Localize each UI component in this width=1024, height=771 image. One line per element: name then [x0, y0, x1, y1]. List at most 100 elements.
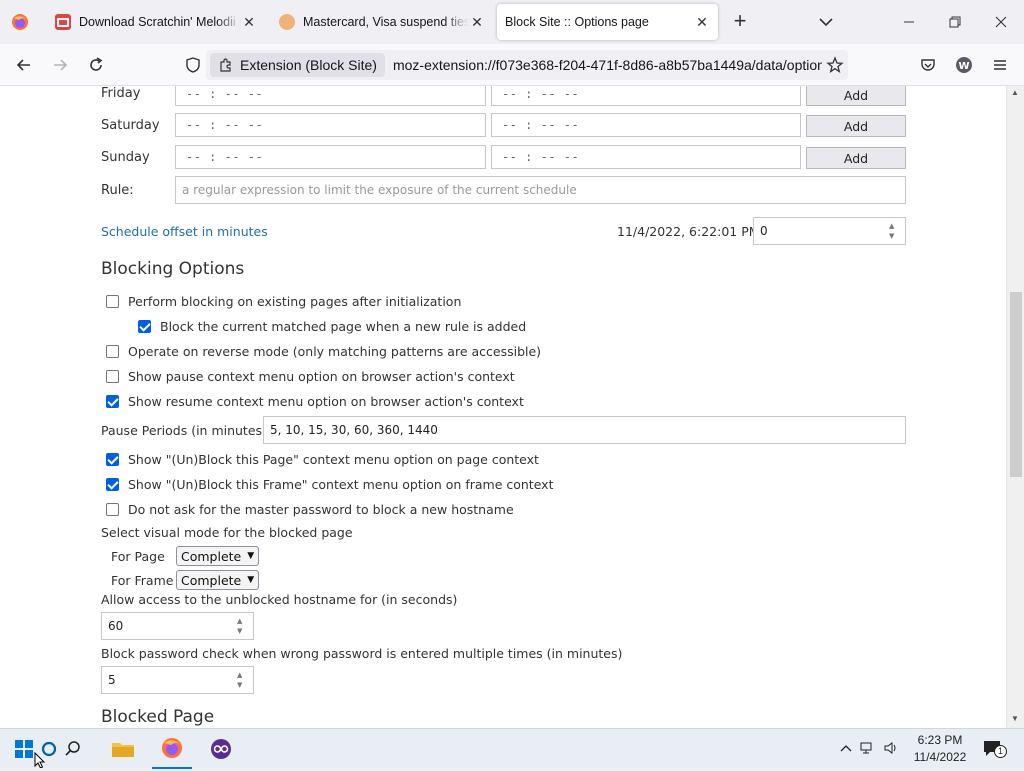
blocked-page-heading: Blocked Page	[101, 707, 215, 727]
allow-access-spinner[interactable]: ▲ ▼	[237, 617, 247, 635]
tab-block-site-options[interactable]: Block Site :: Options page ✕	[497, 4, 718, 40]
password-check-value: 5	[108, 673, 116, 687]
for-page-value: Complete	[181, 548, 242, 564]
tracking-protection-shield-icon[interactable]	[184, 56, 202, 74]
for-page-select[interactable]: Complete ▼	[176, 546, 259, 566]
resume-context-menu-checkbox[interactable]	[106, 395, 119, 408]
media-player-icon[interactable]	[204, 729, 238, 769]
friday-end-time-input[interactable]: -- : -- --	[491, 86, 801, 106]
scroll-up-arrow-icon[interactable]: ▲	[1011, 88, 1019, 97]
chevron-down-icon: ▼	[247, 551, 255, 561]
extension-identity-box[interactable]: Extension (Block Site)	[210, 53, 385, 77]
navigation-toolbar: Extension (Block Site) moz-extension://f…	[0, 44, 1024, 86]
pause-periods-input[interactable]: 5, 10, 15, 30, 60, 360, 1440	[263, 416, 906, 444]
password-check-input[interactable]: 5 ▲ ▼	[101, 666, 254, 694]
schedule-offset-link[interactable]: Schedule offset in minutes	[101, 224, 268, 239]
friday-start-time-input[interactable]: -- : -- --	[175, 86, 486, 106]
new-tab-button[interactable]: +	[728, 10, 752, 34]
url-text[interactable]: moz-extension://f073e368-f204-471f-8d86-…	[393, 57, 822, 73]
schedule-offset-input[interactable]: 0 ▲ ▼	[753, 217, 906, 245]
file-explorer-icon[interactable]	[106, 729, 140, 769]
saturday-end-time-input[interactable]: -- : -- --	[491, 113, 801, 137]
unblock-page-context-label: Show "(Un)Block this Page" context menu …	[128, 452, 539, 467]
clock-time: 6:23 PM	[917, 733, 963, 747]
forward-button[interactable]	[46, 51, 74, 79]
offset-timestamp: 11/4/2022, 6:22:01 PM	[617, 224, 760, 239]
extension-identity-label: Extension (Block Site)	[240, 57, 377, 73]
reload-button[interactable]	[82, 51, 110, 79]
sunday-end-time-input[interactable]: -- : -- --	[491, 145, 801, 169]
tab-label: Mastercard, Visa suspend ties w	[303, 15, 469, 29]
skip-master-password-label: Do not ask for the master password to bl…	[128, 502, 514, 517]
restore-window-button[interactable]	[944, 12, 966, 32]
saturday-start-time-input[interactable]: -- : -- --	[175, 113, 486, 137]
tray-chevron-up-icon[interactable]	[836, 742, 856, 756]
schedule-day-sunday: Sunday	[101, 150, 150, 165]
close-tab-icon[interactable]: ✕	[694, 14, 710, 31]
volume-icon[interactable]	[880, 741, 902, 758]
options-page-content: Friday -- : -- -- -- : -- -- Add Saturda…	[0, 86, 1006, 728]
allow-access-value: 60	[108, 619, 124, 633]
tab-label: Download Scratchin' Melodii [D	[79, 15, 241, 29]
reverse-mode-checkbox[interactable]	[106, 345, 119, 358]
close-tab-icon[interactable]: ✕	[469, 14, 485, 31]
schedule-day-friday: Friday	[101, 86, 141, 101]
sunday-start-time-input[interactable]: -- : -- --	[175, 145, 486, 169]
notification-count-badge: 1	[994, 745, 1007, 758]
url-bar[interactable]: Extension (Block Site) moz-extension://f…	[206, 50, 848, 80]
page-scrollbar[interactable]: ▲ ▼	[1006, 86, 1024, 728]
schedule-rule-input[interactable]: a regular expression to limit the exposu…	[175, 176, 906, 204]
taskbar-clock[interactable]: 6:23 PM 11/4/2022	[908, 732, 972, 766]
unblock-frame-context-label: Show "(Un)Block this Frame" context menu…	[128, 477, 554, 492]
schedule-day-saturday: Saturday	[101, 118, 160, 133]
friday-add-button[interactable]: Add	[806, 86, 906, 106]
password-check-spinner[interactable]: ▲ ▼	[237, 671, 247, 689]
firefox-view-icon[interactable]	[10, 12, 30, 32]
chevron-down-icon: ▼	[247, 575, 255, 585]
unblock-page-context-checkbox[interactable]	[106, 453, 119, 466]
tab-scratchin-melodii[interactable]: Download Scratchin' Melodii [D ✕	[47, 4, 265, 40]
tab-label: Block Site :: Options page	[505, 15, 649, 29]
password-check-label: Block password check when wrong password…	[101, 646, 623, 661]
close-tab-icon[interactable]: ✕	[241, 14, 257, 31]
pause-periods-label: Pause Periods (in minutes)	[101, 423, 267, 438]
rule-label: Rule:	[101, 183, 134, 198]
list-all-tabs-icon[interactable]	[816, 12, 836, 32]
pocket-icon[interactable]	[914, 51, 942, 79]
scroll-down-arrow-icon[interactable]: ▼	[1011, 714, 1019, 723]
firefox-taskbar-icon[interactable]	[152, 729, 192, 769]
tab-mastercard-visa[interactable]: Mastercard, Visa suspend ties w ✕	[271, 4, 493, 40]
offset-value: 0	[760, 224, 768, 238]
minimize-window-button[interactable]	[898, 12, 920, 32]
app-menu-icon[interactable]	[986, 51, 1014, 79]
windows-logo-icon	[15, 740, 33, 758]
block-current-matched-label: Block the current matched page when a ne…	[160, 319, 527, 334]
saturday-add-button[interactable]: Add	[806, 115, 906, 137]
close-window-button[interactable]	[990, 12, 1012, 32]
blocking-options-heading: Blocking Options	[101, 259, 245, 279]
unblock-frame-context-checkbox[interactable]	[106, 478, 119, 491]
account-avatar-icon[interactable]: W	[950, 51, 978, 79]
skip-master-password-checkbox[interactable]	[106, 503, 119, 516]
scrollbar-thumb[interactable]	[1010, 292, 1022, 477]
rule-placeholder: a regular expression to limit the exposu…	[182, 183, 577, 197]
allow-access-input[interactable]: 60 ▲ ▼	[101, 612, 254, 640]
block-current-matched-checkbox[interactable]	[138, 320, 151, 333]
back-button[interactable]	[10, 51, 38, 79]
action-center-notification-icon[interactable]: 1	[982, 739, 1007, 759]
windows-taskbar: 6:23 PM 11/4/2022 1	[0, 728, 1024, 769]
offset-spinner[interactable]: ▲ ▼	[889, 222, 899, 240]
extension-puzzle-icon	[220, 58, 231, 72]
svg-text:W: W	[958, 61, 969, 72]
for-frame-select[interactable]: Complete ▼	[176, 570, 259, 590]
resume-context-menu-label: Show resume context menu option on brows…	[128, 394, 524, 409]
network-icon[interactable]	[856, 741, 880, 758]
search-icon[interactable]	[60, 729, 86, 769]
perform-blocking-existing-checkbox[interactable]	[106, 295, 119, 308]
pause-context-menu-checkbox[interactable]	[106, 370, 119, 383]
tab-strip: Download Scratchin' Melodii [D ✕ Masterc…	[0, 0, 1024, 44]
allow-access-label: Allow access to the unblocked hostname f…	[101, 592, 458, 607]
bookmark-star-icon[interactable]	[822, 56, 848, 74]
sunday-add-button[interactable]: Add	[806, 147, 906, 169]
reverse-mode-label: Operate on reverse mode (only matching p…	[128, 344, 542, 359]
